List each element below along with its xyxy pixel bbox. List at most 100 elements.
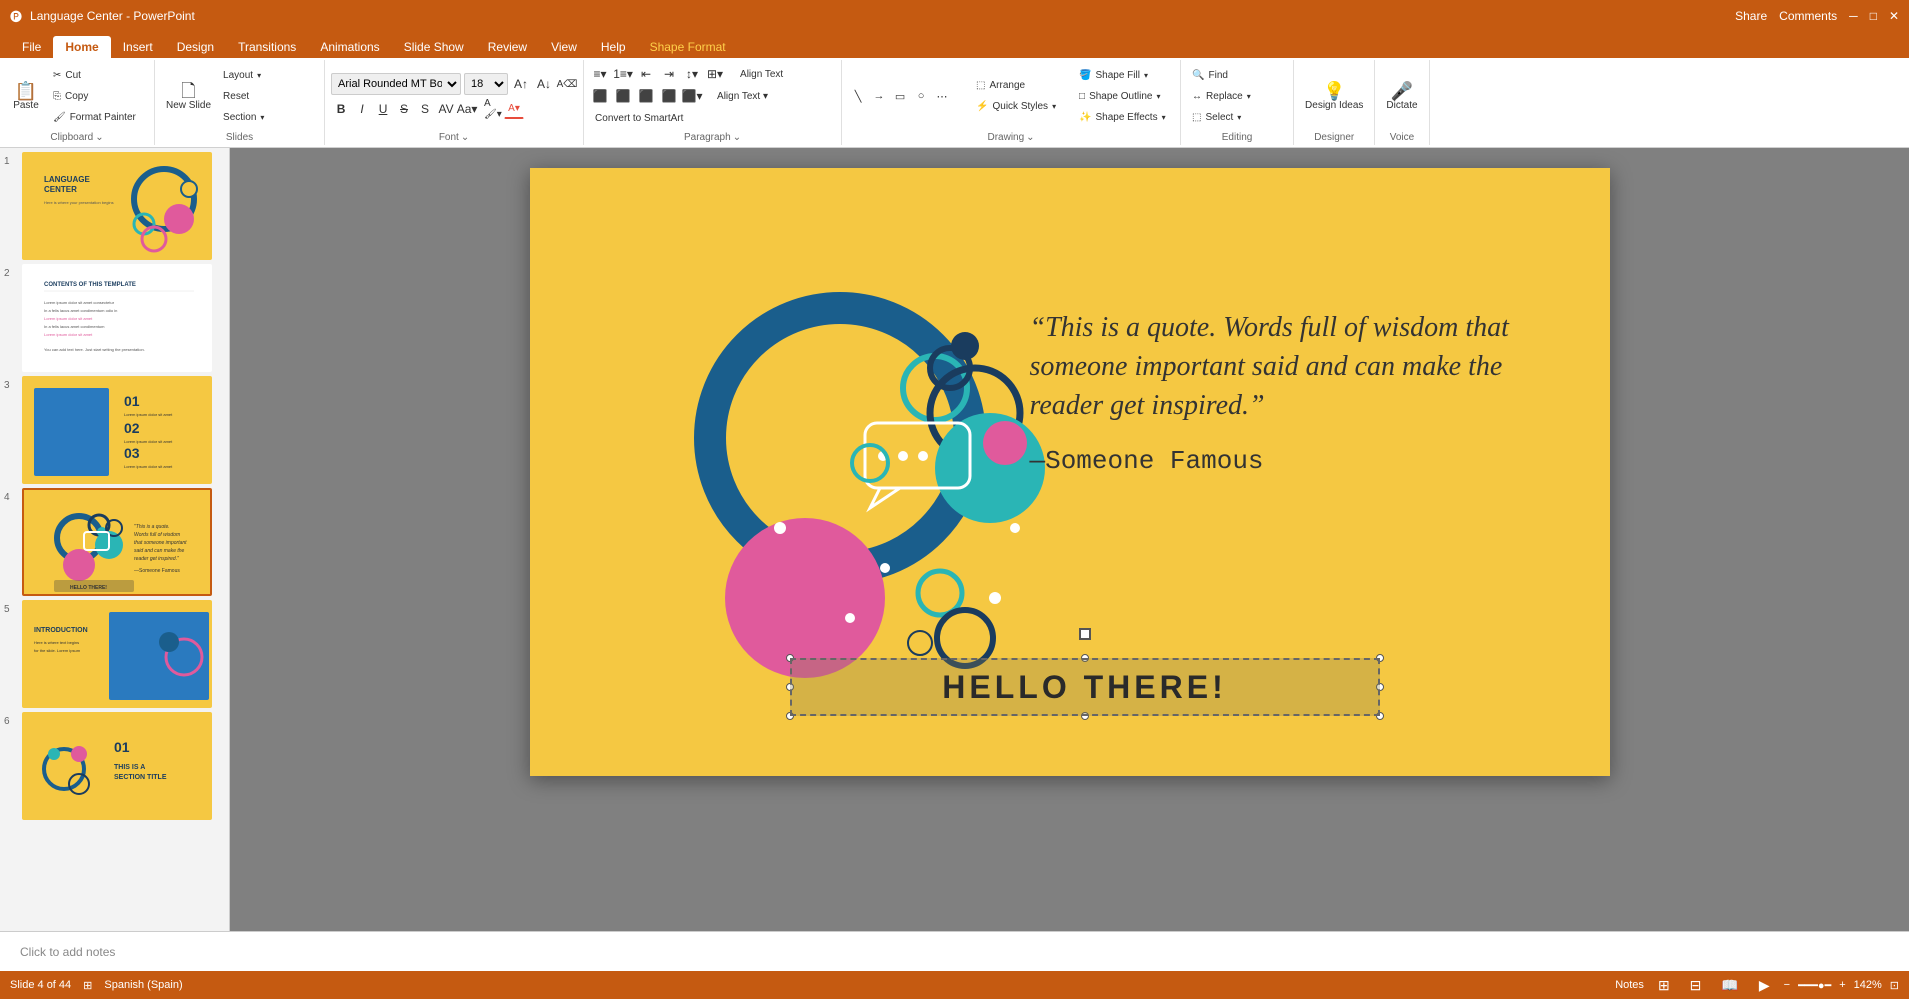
font-name-select[interactable]: Arial Rounded MT Bold <box>331 73 461 95</box>
decrease-font-button[interactable]: A↓ <box>534 74 554 94</box>
hello-there-box[interactable]: HELLO THERE! <box>790 658 1380 716</box>
shape-more-icon[interactable]: ⋯ <box>932 86 952 106</box>
shape-fill-button[interactable]: 🪣 Shape Fill ▾ <box>1074 65 1174 85</box>
increase-font-button[interactable]: A↑ <box>511 74 531 94</box>
slide-thumb-3[interactable]: 01 Lorem ipsum dolor sit amet 02 Lorem i… <box>22 376 212 484</box>
minimize-button[interactable]: ─ <box>1849 9 1858 23</box>
zoom-slider[interactable]: ━━━●━ <box>1798 979 1831 992</box>
align-center-button[interactable]: ⬛ <box>613 86 633 106</box>
font-color-button[interactable]: A▾ <box>504 99 524 119</box>
close-button[interactable]: ✕ <box>1889 9 1899 23</box>
maximize-button[interactable]: □ <box>1870 9 1877 23</box>
slide-size-icon[interactable]: ⊞ <box>83 979 92 992</box>
slide-item-2[interactable]: 2 CONTENTS OF THIS TEMPLATE Lorem ipsum … <box>4 264 225 372</box>
notes-placeholder[interactable]: Click to add notes <box>20 945 115 959</box>
tab-design[interactable]: Design <box>165 36 226 58</box>
underline-button[interactable]: U <box>373 99 393 119</box>
slide-item-6[interactable]: 6 01 THIS IS A SECTION TITLE <box>4 712 225 820</box>
new-slide-button[interactable]: 🗋 New Slide <box>161 66 216 126</box>
notes-bar[interactable]: Click to add notes <box>0 931 1909 971</box>
tab-slideshow[interactable]: Slide Show <box>392 36 476 58</box>
char-spacing-button[interactable]: AV <box>436 99 456 119</box>
quick-styles-button[interactable]: ⚡ Quick Styles ▾ <box>971 97 1071 117</box>
tab-insert[interactable]: Insert <box>111 36 165 58</box>
bullets-button[interactable]: ≡▾ <box>590 64 610 84</box>
clear-format-button[interactable]: A⌫ <box>557 74 577 94</box>
notes-button[interactable]: Notes <box>1615 979 1644 991</box>
slide-item-1[interactable]: 1 LANGUAGE CENTER Here is where your pre… <box>4 152 225 260</box>
change-case-button[interactable]: Aa▾ <box>457 99 477 119</box>
format-painter-button[interactable]: 🖌 Format Painter <box>48 107 148 127</box>
distributed-button[interactable]: ⬛▾ <box>682 86 702 106</box>
tab-home[interactable]: Home <box>53 36 110 58</box>
slide-canvas[interactable]: “This is a quote. Words full of wisdom t… <box>530 168 1610 776</box>
tab-file[interactable]: File <box>10 36 53 58</box>
shape-outline-button[interactable]: □ Shape Outline ▾ <box>1074 86 1174 106</box>
font-size-select[interactable]: 18 <box>464 73 508 95</box>
slideshow-view-button[interactable]: ▶ <box>1753 975 1776 996</box>
text-direction-button[interactable]: Align Text <box>735 64 835 84</box>
align-text-button[interactable]: Align Text ▾ <box>712 86 812 106</box>
slide-thumb-2[interactable]: CONTENTS OF THIS TEMPLATE Lorem ipsum do… <box>22 264 212 372</box>
slide-sorter-button[interactable]: ⊟ <box>1684 975 1708 996</box>
tab-animations[interactable]: Animations <box>308 36 391 58</box>
highlight-color-button[interactable]: A🖌▾ <box>483 99 503 119</box>
paragraph-expand-icon[interactable]: ⌄ <box>733 132 741 143</box>
section-button[interactable]: Section ▾ <box>218 107 318 127</box>
shape-line-icon[interactable]: ╲ <box>848 86 868 106</box>
cut-button[interactable]: ✂ Cut <box>48 65 148 85</box>
design-ideas-button[interactable]: 💡 Design Ideas <box>1300 66 1368 126</box>
numbering-button[interactable]: 1≡▾ <box>613 64 633 84</box>
slide-item-4[interactable]: 4 "This is a quote. Words full of wisdom… <box>4 488 225 596</box>
hello-there-container[interactable]: HELLO THERE! <box>790 658 1380 716</box>
align-right-button[interactable]: ⬛ <box>636 86 656 106</box>
copy-button[interactable]: ⎘ Copy <box>48 86 148 106</box>
paste-button[interactable]: 📋 Paste <box>6 66 46 126</box>
clipboard-expand-icon[interactable]: ⌄ <box>95 132 103 143</box>
increase-indent-button[interactable]: ⇥ <box>659 64 679 84</box>
justify-button[interactable]: ⬛ <box>659 86 679 106</box>
drawing-expand-icon[interactable]: ⌄ <box>1026 132 1034 143</box>
tab-help[interactable]: Help <box>589 36 638 58</box>
dictate-button[interactable]: 🎤 Dictate <box>1381 66 1422 126</box>
normal-view-button[interactable]: ⊞ <box>1652 975 1676 996</box>
zoom-in-button[interactable]: + <box>1839 979 1845 991</box>
shape-rect-icon[interactable]: ▭ <box>890 86 910 106</box>
reading-view-button[interactable]: 📖 <box>1715 975 1744 996</box>
reset-button[interactable]: Reset <box>218 86 318 106</box>
align-left-button[interactable]: ⬛ <box>590 86 610 106</box>
font-expand-icon[interactable]: ⌄ <box>461 132 469 143</box>
shadow-button[interactable]: S <box>415 99 435 119</box>
find-button[interactable]: 🔍 Find <box>1187 65 1287 85</box>
comments-button[interactable]: Comments <box>1779 9 1837 23</box>
decrease-indent-button[interactable]: ⇤ <box>636 64 656 84</box>
slide-thumb-5[interactable]: INTRODUCTION Here is where text begins f… <box>22 600 212 708</box>
convert-smartart-button[interactable]: Convert to SmartArt <box>590 108 690 128</box>
rotation-handle[interactable] <box>1079 628 1091 640</box>
line-spacing-button[interactable]: ↕▾ <box>682 64 702 84</box>
replace-button[interactable]: ↔ Replace ▾ <box>1187 86 1287 106</box>
tab-view[interactable]: View <box>539 36 589 58</box>
shape-effects-button[interactable]: ✨ Shape Effects ▾ <box>1074 107 1174 127</box>
strikethrough-button[interactable]: S <box>394 99 414 119</box>
shape-arrow-icon[interactable]: → <box>869 86 889 106</box>
slide-item-3[interactable]: 3 01 Lorem ipsum dolor sit amet 02 Lorem… <box>4 376 225 484</box>
columns-button[interactable]: ⊞▾ <box>705 64 725 84</box>
layout-button[interactable]: Layout ▾ <box>218 65 318 85</box>
share-button[interactable]: Share <box>1735 9 1767 23</box>
zoom-out-button[interactable]: − <box>1784 979 1790 991</box>
bold-button[interactable]: B <box>331 99 351 119</box>
slide-thumb-4[interactable]: "This is a quote. Words full of wisdom t… <box>22 488 212 596</box>
tab-shape-format[interactable]: Shape Format <box>638 36 738 58</box>
fit-slide-button[interactable]: ⊡ <box>1890 979 1899 992</box>
zoom-level[interactable]: 142% <box>1854 979 1882 991</box>
slide-thumb-6[interactable]: 01 THIS IS A SECTION TITLE <box>22 712 212 820</box>
slide-item-5[interactable]: 5 INTRODUCTION Here is where text begins… <box>4 600 225 708</box>
italic-button[interactable]: I <box>352 99 372 119</box>
slide-thumb-1[interactable]: LANGUAGE CENTER Here is where your prese… <box>22 152 212 260</box>
shape-oval-icon[interactable]: ○ <box>911 86 931 106</box>
tab-review[interactable]: Review <box>476 36 539 58</box>
select-button[interactable]: ⬚ Select ▾ <box>1187 107 1287 127</box>
tab-transitions[interactable]: Transitions <box>226 36 308 58</box>
arrange-button[interactable]: ⬚ Arrange <box>971 76 1071 96</box>
